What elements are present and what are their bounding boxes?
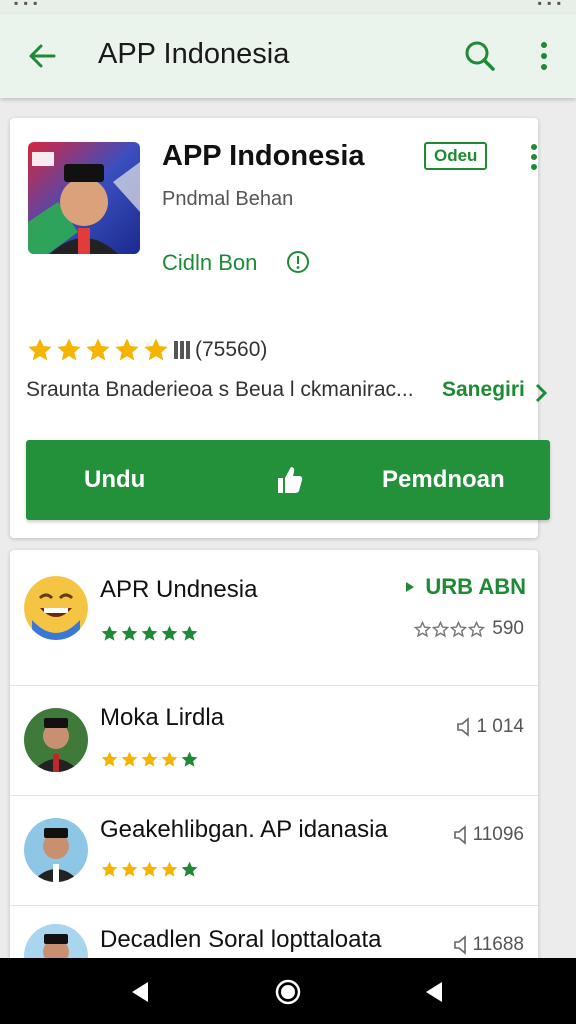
speaker-icon [453, 825, 466, 845]
star-icon [181, 751, 198, 767]
download-button[interactable]: Undu [84, 466, 145, 494]
person-avatar [24, 708, 88, 772]
star-icon [101, 625, 118, 641]
info-icon[interactable] [286, 250, 310, 274]
triangle-back-icon[interactable] [126, 978, 154, 1006]
arrow-left-icon[interactable] [24, 38, 60, 74]
star-icon [141, 751, 158, 767]
star-outline-icon [432, 620, 450, 637]
arrow-icon [406, 582, 415, 592]
list-item-meta: 11096 [453, 824, 524, 846]
action-bar: Undu Pemdnoan [26, 440, 550, 520]
app-icon[interactable] [28, 142, 140, 254]
list-item-name: APR Undnesia [100, 576, 258, 603]
app-description: Sraunta Bnaderieoa s Beua l ckmanirac... [26, 378, 414, 401]
app-bar: APP Indonesia [0, 14, 576, 98]
list-item-meta-value: 590 [492, 618, 524, 639]
list-item-name: Moka Lirdla [100, 704, 225, 731]
see-more-link[interactable]: Sanegiri [442, 378, 525, 402]
star-icon [161, 625, 178, 641]
star-icon [121, 625, 138, 641]
list-item[interactable]: APR Undnesia URB ABN 590 [10, 550, 538, 686]
star-outline-icon [414, 620, 432, 637]
list-item-name: Decadlen Soral lopttaloata [100, 926, 382, 953]
star-outline-icon [450, 620, 468, 637]
list-item-name: Geakehlibgan. AP idanasia [100, 816, 388, 843]
thumbs-up-icon[interactable] [274, 464, 304, 496]
status-bar: ▪ ▪ ▪ ▪ ▪ ▪ [0, 0, 576, 14]
star-icon [181, 861, 198, 877]
star-icon [121, 751, 138, 767]
circle-home-icon[interactable] [274, 978, 302, 1006]
related-apps-card: APR Undnesia URB ABN 590 Moka Lirdla 1 0… [10, 550, 538, 970]
chevron-right-icon[interactable] [534, 382, 548, 404]
list-item-meta-value: 11096 [472, 824, 524, 845]
status-notifications: ▪ ▪ ▪ [14, 0, 39, 10]
list-item-meta-value: 1 014 [476, 716, 524, 737]
speaker-icon [457, 717, 470, 737]
star-icon [101, 861, 118, 877]
install-button[interactable]: Pemdnoan [382, 466, 505, 494]
app-detail-card: APP Indonesia Odeu Pndmal Behan Cidln Bo… [10, 118, 550, 538]
search-icon[interactable] [462, 38, 498, 74]
star-icon [161, 861, 178, 877]
rating-count: (75560) [195, 338, 268, 361]
list-item-meta: 11688 [453, 934, 524, 956]
list-item[interactable]: Moka Lirdla 1 014 [10, 686, 538, 796]
list-item-rating [100, 750, 200, 770]
laughing-emoji-avatar [24, 576, 88, 640]
star-icon [86, 338, 110, 361]
app-category[interactable]: Cidln Bon [162, 250, 257, 276]
star-outline-icon [468, 620, 486, 637]
speaker-icon [453, 935, 466, 955]
star-icon [121, 861, 138, 877]
system-nav-bar [0, 958, 576, 1024]
list-item[interactable]: Geakehlibgan. AP idanasia 11096 [10, 796, 538, 906]
list-item-meta-value: 11688 [472, 934, 524, 955]
star-icon [181, 625, 198, 641]
app-bar-title: APP Indonesia [98, 38, 290, 70]
rating-row: (75560) [26, 336, 267, 364]
app-developer[interactable]: Pndmal Behan [162, 188, 293, 211]
list-item-rating [100, 624, 200, 644]
star-icon [57, 338, 81, 361]
editor-badge: Odeu [424, 142, 488, 170]
star-icon [28, 338, 52, 361]
app-name: APP Indonesia [162, 140, 365, 172]
star-icon [101, 751, 118, 767]
list-item-meta: 1 014 [456, 716, 524, 738]
featured-tag-label: URB ABN [425, 574, 526, 599]
star-icon [161, 751, 178, 767]
star-icon [141, 625, 158, 641]
list-item-rating [100, 860, 200, 880]
bars-icon [174, 341, 190, 359]
triangle-recent-icon[interactable] [420, 978, 448, 1006]
list-item-meta: 590 [414, 618, 524, 640]
star-icon [141, 861, 158, 877]
featured-tag: URB ABN [405, 574, 526, 600]
person-avatar [24, 818, 88, 882]
star-icon [144, 338, 168, 361]
star-icon [115, 338, 139, 361]
status-indicators: ▪ ▪ ▪ [537, 0, 562, 10]
more-vert-icon[interactable] [522, 142, 546, 172]
more-vert-icon[interactable] [530, 38, 558, 74]
